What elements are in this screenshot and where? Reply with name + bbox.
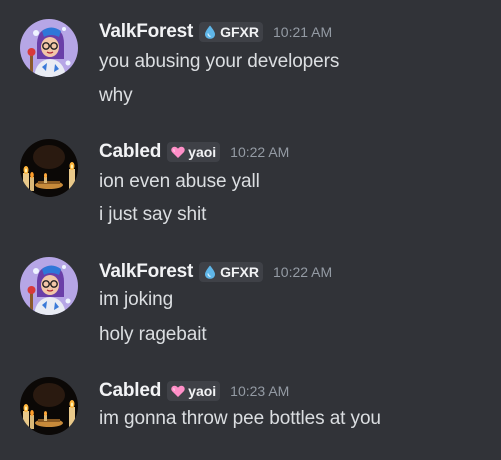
candles-avatar-icon [20,139,78,197]
avatar[interactable] [20,19,78,77]
guild-tag[interactable]: GFXR [199,22,263,42]
guild-tag[interactable]: yaoi [167,381,221,401]
guild-tag[interactable]: yaoi [167,142,221,162]
message-text: i just say shit [99,204,207,225]
username[interactable]: Cabled [99,141,161,163]
avatar[interactable] [20,377,78,435]
anime-character-avatar-icon [20,257,78,315]
message-text: you abusing your developers [99,51,340,72]
message-text: why [99,85,133,106]
avatar[interactable] [20,257,78,315]
username[interactable]: ValkForest [99,261,193,283]
message-text: ion even abuse yall [99,171,260,192]
message-text: im gonna throw pee bottles at you [99,408,381,429]
guild-tag-label: GFXR [220,24,259,40]
timestamp[interactable]: 10:22 AM [273,264,332,280]
username[interactable]: ValkForest [99,21,193,43]
anime-character-avatar-icon [20,19,78,77]
timestamp[interactable]: 10:21 AM [273,24,332,40]
guild-tag[interactable]: GFXR [199,262,263,282]
message-header: Cabled yaoi 10:23 AM [99,379,289,403]
avatar[interactable] [20,139,78,197]
timestamp[interactable]: 10:23 AM [230,383,289,399]
guild-tag-label: yaoi [188,383,217,399]
timestamp[interactable]: 10:22 AM [230,144,289,160]
heart-icon [171,385,185,397]
guild-tag-label: yaoi [188,144,217,160]
username[interactable]: Cabled [99,380,161,402]
message-text: holy ragebait [99,324,207,345]
message-header: ValkForest GFXR 10:22 AM [99,260,332,284]
droplet-icon [205,265,216,279]
heart-icon [171,146,185,158]
droplet-icon [205,25,216,39]
candles-avatar-icon [20,377,78,435]
message-text: im joking [99,289,174,310]
message-header: ValkForest GFXR 10:21 AM [99,20,332,44]
guild-tag-label: GFXR [220,264,259,280]
message-header: Cabled yaoi 10:22 AM [99,140,289,164]
chat-message-list: ValkForest GFXR 10:21 AM you abusing you… [0,0,501,460]
